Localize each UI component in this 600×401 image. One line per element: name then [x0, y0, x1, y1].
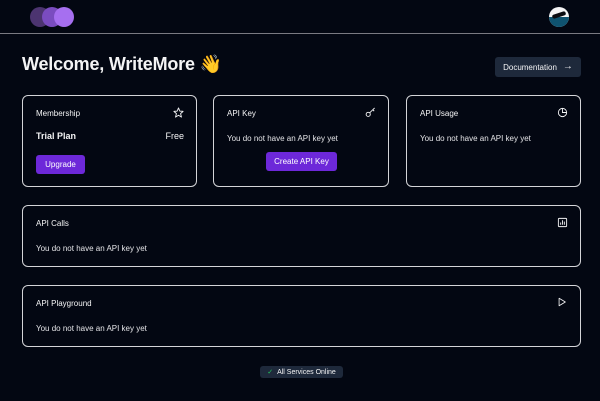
- status-badge: ✓ All Services Online: [260, 366, 343, 378]
- api-usage-card: API Usage You do not have an API key yet: [406, 95, 581, 187]
- documentation-button-label: Documentation: [503, 62, 557, 72]
- play-icon[interactable]: [556, 296, 568, 308]
- api-calls-card: API Calls You do not have an API key yet: [22, 205, 581, 267]
- pie-chart-icon: [556, 106, 568, 118]
- api-key-message: You do not have an API key yet: [227, 134, 338, 143]
- membership-card-title: Membership: [36, 109, 81, 118]
- upgrade-button[interactable]: Upgrade: [36, 155, 85, 174]
- check-icon: ✓: [267, 369, 274, 376]
- documentation-button[interactable]: Documentation →: [495, 57, 581, 77]
- membership-card: Membership Trial Plan Free Upgrade: [22, 95, 197, 187]
- arrow-right-icon: →: [562, 61, 573, 72]
- api-playground-message: You do not have an API key yet: [36, 324, 147, 333]
- plan-price: Free: [165, 131, 184, 141]
- plan-name: Trial Plan: [36, 131, 77, 141]
- star-icon: [172, 106, 184, 118]
- api-calls-message: You do not have an API key yet: [36, 244, 147, 253]
- api-usage-card-title: API Usage: [420, 109, 459, 118]
- api-calls-card-title: API Calls: [36, 219, 69, 228]
- logo-circles-icon[interactable]: [30, 6, 76, 28]
- api-usage-message: You do not have an API key yet: [420, 134, 531, 143]
- dashboard-page: Welcome, WriteMore 👋 Documentation → Mem…: [0, 0, 600, 401]
- create-api-key-button[interactable]: Create API Key: [266, 152, 337, 171]
- key-icon: [364, 106, 376, 118]
- status-label: All Services Online: [277, 368, 336, 376]
- api-key-card-title: API Key: [227, 109, 256, 118]
- page-title: Welcome, WriteMore 👋: [22, 54, 222, 74]
- bar-chart-icon: [556, 216, 568, 228]
- api-playground-card-title: API Playground: [36, 299, 92, 308]
- api-key-card: API Key You do not have an API key yet C…: [213, 95, 389, 187]
- user-avatar-icon[interactable]: [549, 7, 569, 27]
- top-navbar: [0, 0, 600, 34]
- api-playground-card: API Playground You do not have an API ke…: [22, 285, 581, 347]
